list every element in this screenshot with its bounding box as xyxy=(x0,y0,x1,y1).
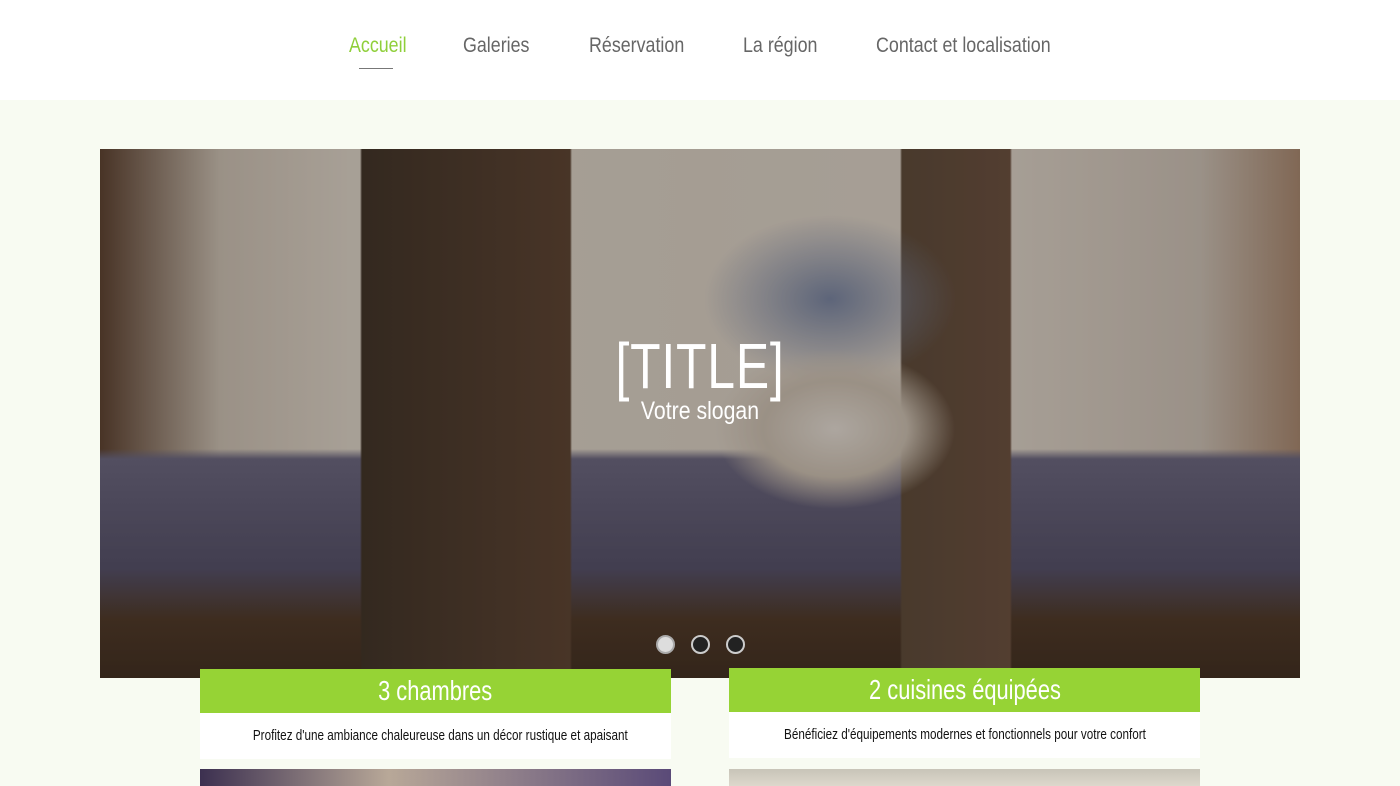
card-image-chambres xyxy=(200,769,671,786)
nav-reservation[interactable]: Réservation xyxy=(589,34,684,58)
hero-slider: [TITLE] Votre slogan xyxy=(100,149,1300,678)
nav-region[interactable]: La région xyxy=(743,34,817,58)
card-image-cuisines xyxy=(729,769,1200,786)
slider-dots xyxy=(656,635,745,654)
card-chambres: 3 chambres Profitez d'une ambiance chale… xyxy=(200,669,671,759)
card-text: Profitez d'une ambiance chaleureuse dans… xyxy=(252,727,628,744)
nav-accueil[interactable]: Accueil xyxy=(349,34,407,58)
card-title: 2 cuisines équipées xyxy=(868,674,1061,705)
slide-dot-1[interactable] xyxy=(656,635,675,654)
nav-galeries[interactable]: Galeries xyxy=(463,34,529,58)
nav-contact[interactable]: Contact et localisation xyxy=(876,34,1051,58)
hero-slogan: Votre slogan xyxy=(640,397,760,425)
main-nav: Accueil Galeries Réservation La région C… xyxy=(0,0,1400,100)
card-cuisines: 2 cuisines équipées Bénéficiez d'équipem… xyxy=(729,668,1200,758)
slide-dot-2[interactable] xyxy=(691,635,710,654)
hero-title: [TITLE] xyxy=(615,330,785,402)
slide-dot-3[interactable] xyxy=(726,635,745,654)
card-text: Bénéficiez d'équipements modernes et fon… xyxy=(783,726,1146,743)
card-title: 3 chambres xyxy=(378,675,493,706)
active-underline xyxy=(359,68,393,69)
